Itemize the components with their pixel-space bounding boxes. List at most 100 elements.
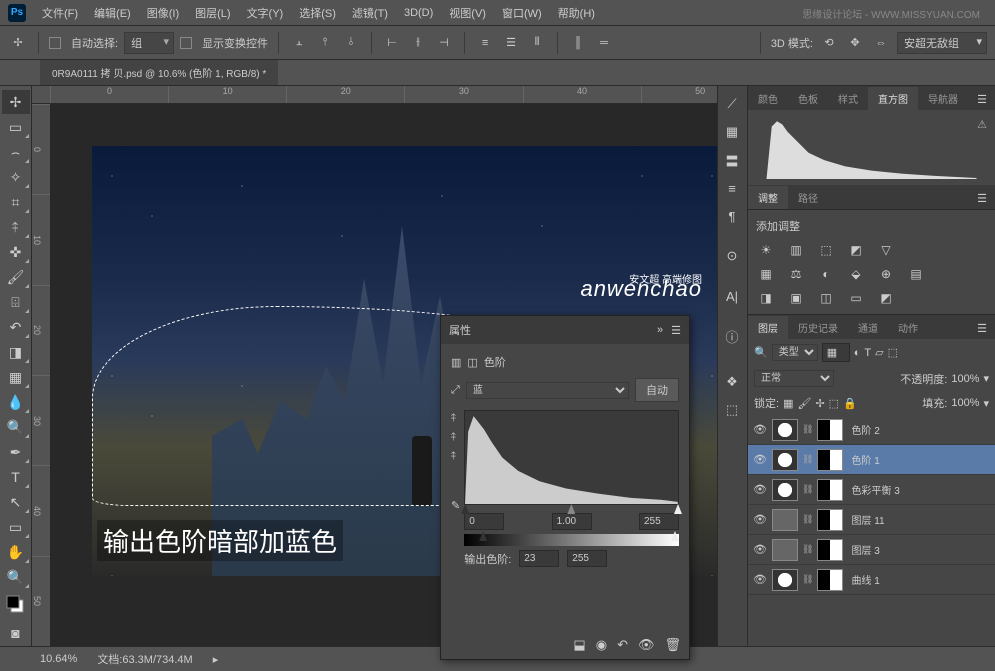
type-tool[interactable]: T <box>2 465 30 489</box>
delete-adjust-icon[interactable]: 🗑 <box>664 637 681 653</box>
menu-help[interactable]: 帮助(H) <box>550 1 603 25</box>
move-tool-icon[interactable]: ✢ <box>8 33 28 53</box>
menu-file[interactable]: 文件(F) <box>34 1 86 25</box>
history-brush-tool[interactable]: ↶ <box>2 315 30 339</box>
distribute-1-icon[interactable]: ≡ <box>475 33 495 53</box>
tab-styles[interactable]: 样式 <box>828 87 868 110</box>
properties-menu-icon[interactable]: ☰ <box>671 324 681 337</box>
input-white-value[interactable] <box>639 513 679 530</box>
balance-icon[interactable]: ⚖ <box>786 266 806 282</box>
document-tab[interactable]: 0R9A0111 拷 贝.psd @ 10.6% (色阶 1, RGB/8) * <box>40 60 278 85</box>
layer-name[interactable]: 曲线 1 <box>851 572 879 587</box>
bw-icon[interactable]: ◐ <box>816 266 836 282</box>
brush-tool[interactable]: 🖌 <box>2 265 30 289</box>
filter-adj-icon[interactable]: ◐ <box>854 347 861 359</box>
layer-thumb[interactable] <box>772 419 798 441</box>
mini-char-icon[interactable]: A| <box>722 286 742 306</box>
invert-icon[interactable]: ◨ <box>756 290 776 306</box>
tab-history[interactable]: 历史记录 <box>788 316 848 339</box>
layer-row[interactable]: 👁⛓色阶 2 <box>748 415 995 445</box>
vibrance-icon[interactable]: ▽ <box>876 242 896 258</box>
hue-icon[interactable]: ▦ <box>756 266 776 282</box>
align-vcenter-icon[interactable]: ⫯ <box>315 33 335 53</box>
properties-collapse-icon[interactable]: » <box>657 324 663 336</box>
align-bottom-icon[interactable]: ⫰ <box>341 33 361 53</box>
mini-3d-icon[interactable]: ⬚ <box>722 400 742 420</box>
distribute-h-icon[interactable]: ║ <box>568 33 588 53</box>
distribute-3-icon[interactable]: ⫴ <box>527 33 547 53</box>
marquee-tool[interactable]: ▭ <box>2 115 30 139</box>
rectangle-tool[interactable]: ▭ <box>2 515 30 539</box>
lock-pixels-icon[interactable]: ▦ <box>783 397 793 410</box>
input-black-handle[interactable] <box>461 504 469 514</box>
tab-histogram[interactable]: 直方图 <box>868 87 918 110</box>
layer-row[interactable]: 👁⛓色阶 1 <box>748 445 995 475</box>
mask-thumb[interactable] <box>817 539 843 561</box>
mask-thumb[interactable] <box>817 509 843 531</box>
slide-icon[interactable]: ⇔ <box>871 33 891 53</box>
stamp-tool[interactable]: ⌹ <box>2 290 30 314</box>
preset-icon[interactable]: ⤢ <box>451 384 460 397</box>
black-eyedropper-icon[interactable]: ⤉ <box>451 412 460 425</box>
mini-brush-icon[interactable]: ⟋ <box>722 94 742 114</box>
layer-thumb[interactable] <box>772 449 798 471</box>
dodge-tool[interactable]: 🔍 <box>2 415 30 439</box>
mini-clone-icon[interactable]: ▦ <box>722 122 742 142</box>
brightness-icon[interactable]: ☀ <box>756 242 776 258</box>
mask-icon[interactable]: ◫ <box>467 356 477 369</box>
gradient-tool[interactable]: ▦ <box>2 365 30 389</box>
mini-paragraph-icon[interactable]: ¶ <box>722 206 742 226</box>
crop-tool[interactable]: ⌗ <box>2 190 30 214</box>
layers-menu-icon[interactable]: ☰ <box>969 318 995 339</box>
align-left-icon[interactable]: ⊢ <box>382 33 402 53</box>
menu-filter[interactable]: 滤镜(T) <box>344 1 396 25</box>
tab-navigator[interactable]: 导航器 <box>918 87 968 110</box>
layer-row[interactable]: 👁⛓色彩平衡 3 <box>748 475 995 505</box>
pan-icon[interactable]: ✥ <box>845 33 865 53</box>
mask-thumb[interactable] <box>817 449 843 471</box>
photo-filter-icon[interactable]: ⬙ <box>846 266 866 282</box>
hand-tool[interactable]: ✋ <box>2 540 30 564</box>
layer-name[interactable]: 色阶 2 <box>851 422 879 437</box>
output-gradient[interactable] <box>464 534 679 546</box>
align-top-icon[interactable]: ⫠ <box>289 33 309 53</box>
zoom-tool[interactable]: 🔍 <box>2 565 30 589</box>
layer-row[interactable]: 👁⛓图层 11 <box>748 505 995 535</box>
mask-thumb[interactable] <box>817 479 843 501</box>
mask-thumb[interactable] <box>817 569 843 591</box>
channel-dropdown[interactable]: 蓝 <box>466 382 629 399</box>
mask-thumb[interactable] <box>817 419 843 441</box>
visibility-icon[interactable]: 👁 <box>752 573 768 586</box>
align-hcenter-icon[interactable]: ⫲ <box>408 33 428 53</box>
move-tool[interactable]: ✢ <box>2 90 30 114</box>
output-white-value[interactable] <box>567 550 607 567</box>
tab-layers[interactable]: 图层 <box>748 316 788 339</box>
quickmask-tool[interactable]: ◙ <box>2 621 30 645</box>
filter-kind-dropdown[interactable]: 类型 <box>772 344 818 361</box>
gray-eyedropper-icon[interactable]: ⤉ <box>451 431 460 444</box>
auto-button[interactable]: 自动 <box>635 378 679 402</box>
menu-3d[interactable]: 3D(D) <box>396 3 441 23</box>
menu-view[interactable]: 视图(V) <box>441 1 494 25</box>
output-black-value[interactable] <box>519 550 559 567</box>
gradient-map-icon[interactable]: ▭ <box>846 290 866 306</box>
layer-row[interactable]: 👁⛓图层 3 <box>748 535 995 565</box>
lock-paint-icon[interactable]: 🖌 <box>797 397 811 410</box>
healing-tool[interactable]: ✜ <box>2 240 30 264</box>
selective-icon[interactable]: ◩ <box>876 290 896 306</box>
edit-icon[interactable]: ✎ <box>451 499 460 512</box>
output-black-handle[interactable] <box>479 531 487 541</box>
filter-pixel-icon[interactable]: ▦ <box>822 343 850 362</box>
magic-wand-tool[interactable]: ✧ <box>2 165 30 189</box>
exposure-icon[interactable]: ◩ <box>846 242 866 258</box>
reset-icon[interactable]: ↶ <box>617 637 628 653</box>
eyedropper-tool[interactable]: ⤉ <box>2 215 30 239</box>
properties-panel[interactable]: 属性 » ☰ ▥ ◫ 色阶 ⤢ 蓝 自动 ⤉ ⤉ ⤉ ✎ <box>440 315 690 660</box>
mini-layer-icon[interactable]: ❖ <box>722 372 742 392</box>
distribute-v-icon[interactable]: ═ <box>594 33 614 53</box>
lock-artboard-icon[interactable]: ⬚ <box>829 397 839 410</box>
layer-name[interactable]: 图层 3 <box>851 542 879 557</box>
tab-actions[interactable]: 动作 <box>888 316 928 339</box>
white-eyedropper-icon[interactable]: ⤉ <box>451 450 460 463</box>
view-previous-icon[interactable]: ◉ <box>596 637 607 653</box>
